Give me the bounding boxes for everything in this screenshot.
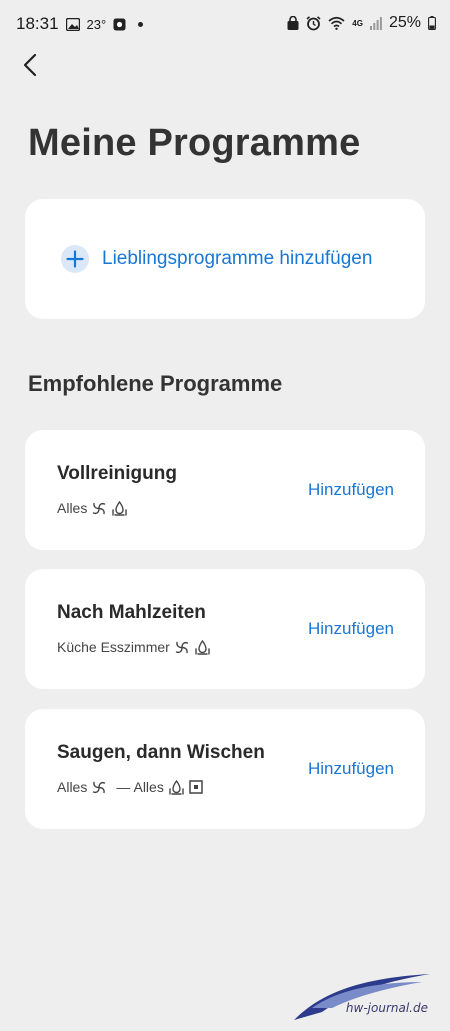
chevron-left-icon bbox=[23, 53, 37, 77]
vacuum-suction-icon bbox=[93, 502, 106, 514]
program-card-saugen-dann-wischen: Saugen, dann Wischen Alles — Alles Hinzu… bbox=[25, 709, 425, 829]
app-notification-icon bbox=[113, 18, 126, 30]
alarm-icon bbox=[306, 15, 321, 30]
gallery-icon bbox=[65, 17, 80, 31]
add-program-button[interactable]: Hinzufügen bbox=[308, 619, 394, 639]
network-type: 4G bbox=[352, 18, 363, 28]
mop-water-icon bbox=[195, 639, 210, 655]
status-bar-left: 18:31 23° bbox=[16, 14, 144, 34]
room-square-icon bbox=[189, 780, 203, 794]
program-card-vollreinigung: Vollreinigung Alles Hinzufügen bbox=[25, 430, 425, 550]
program-card-nach-mahlzeiten: Nach Mahlzeiten Küche Esszimmer Hinzufüg… bbox=[25, 569, 425, 689]
program-area-label: Alles bbox=[57, 779, 88, 795]
program-name: Vollreinigung bbox=[57, 463, 177, 484]
add-favorite-programs-button[interactable]: Lieblingsprogramme hinzufügen bbox=[25, 199, 425, 319]
status-bar: 18:31 23° 4G 25% bbox=[0, 0, 450, 52]
battery-percent: 25% bbox=[388, 14, 421, 31]
watermark-text: hw-journal.de bbox=[345, 1001, 428, 1015]
program-name: Saugen, dann Wischen bbox=[57, 742, 265, 763]
vacuum-suction-icon bbox=[93, 781, 106, 793]
program-name: Nach Mahlzeiten bbox=[57, 602, 206, 623]
page-title: Meine Programme bbox=[28, 122, 361, 164]
battery-icon bbox=[428, 16, 436, 30]
status-temperature: 23° bbox=[86, 16, 107, 32]
program-area-label: — Alles bbox=[116, 779, 164, 795]
add-program-button[interactable]: Hinzufügen bbox=[308, 759, 394, 779]
program-areas: Alles bbox=[57, 500, 128, 516]
notification-dot-icon bbox=[138, 21, 144, 27]
program-areas: Küche Esszimmer bbox=[57, 639, 211, 655]
program-area-label: Alles bbox=[57, 500, 88, 516]
vacuum-suction-icon bbox=[175, 641, 189, 653]
mop-water-icon bbox=[112, 500, 128, 516]
status-bar-right: 4G 25% bbox=[287, 14, 436, 32]
program-areas: Alles — Alles bbox=[57, 779, 203, 795]
recommended-section-title: Empfohlene Programme bbox=[28, 371, 283, 396]
lock-icon bbox=[287, 16, 299, 30]
back-button[interactable] bbox=[14, 48, 46, 82]
mop-water-icon bbox=[169, 779, 184, 795]
wifi-icon bbox=[328, 16, 345, 30]
add-favorite-programs-label: Lieblingsprogramme hinzufügen bbox=[102, 248, 373, 269]
status-time: 18:31 bbox=[16, 14, 59, 33]
program-area-label: Küche Esszimmer bbox=[57, 639, 170, 655]
plus-icon bbox=[61, 245, 89, 273]
add-program-button[interactable]: Hinzufügen bbox=[308, 480, 394, 500]
signal-icon bbox=[369, 16, 382, 30]
